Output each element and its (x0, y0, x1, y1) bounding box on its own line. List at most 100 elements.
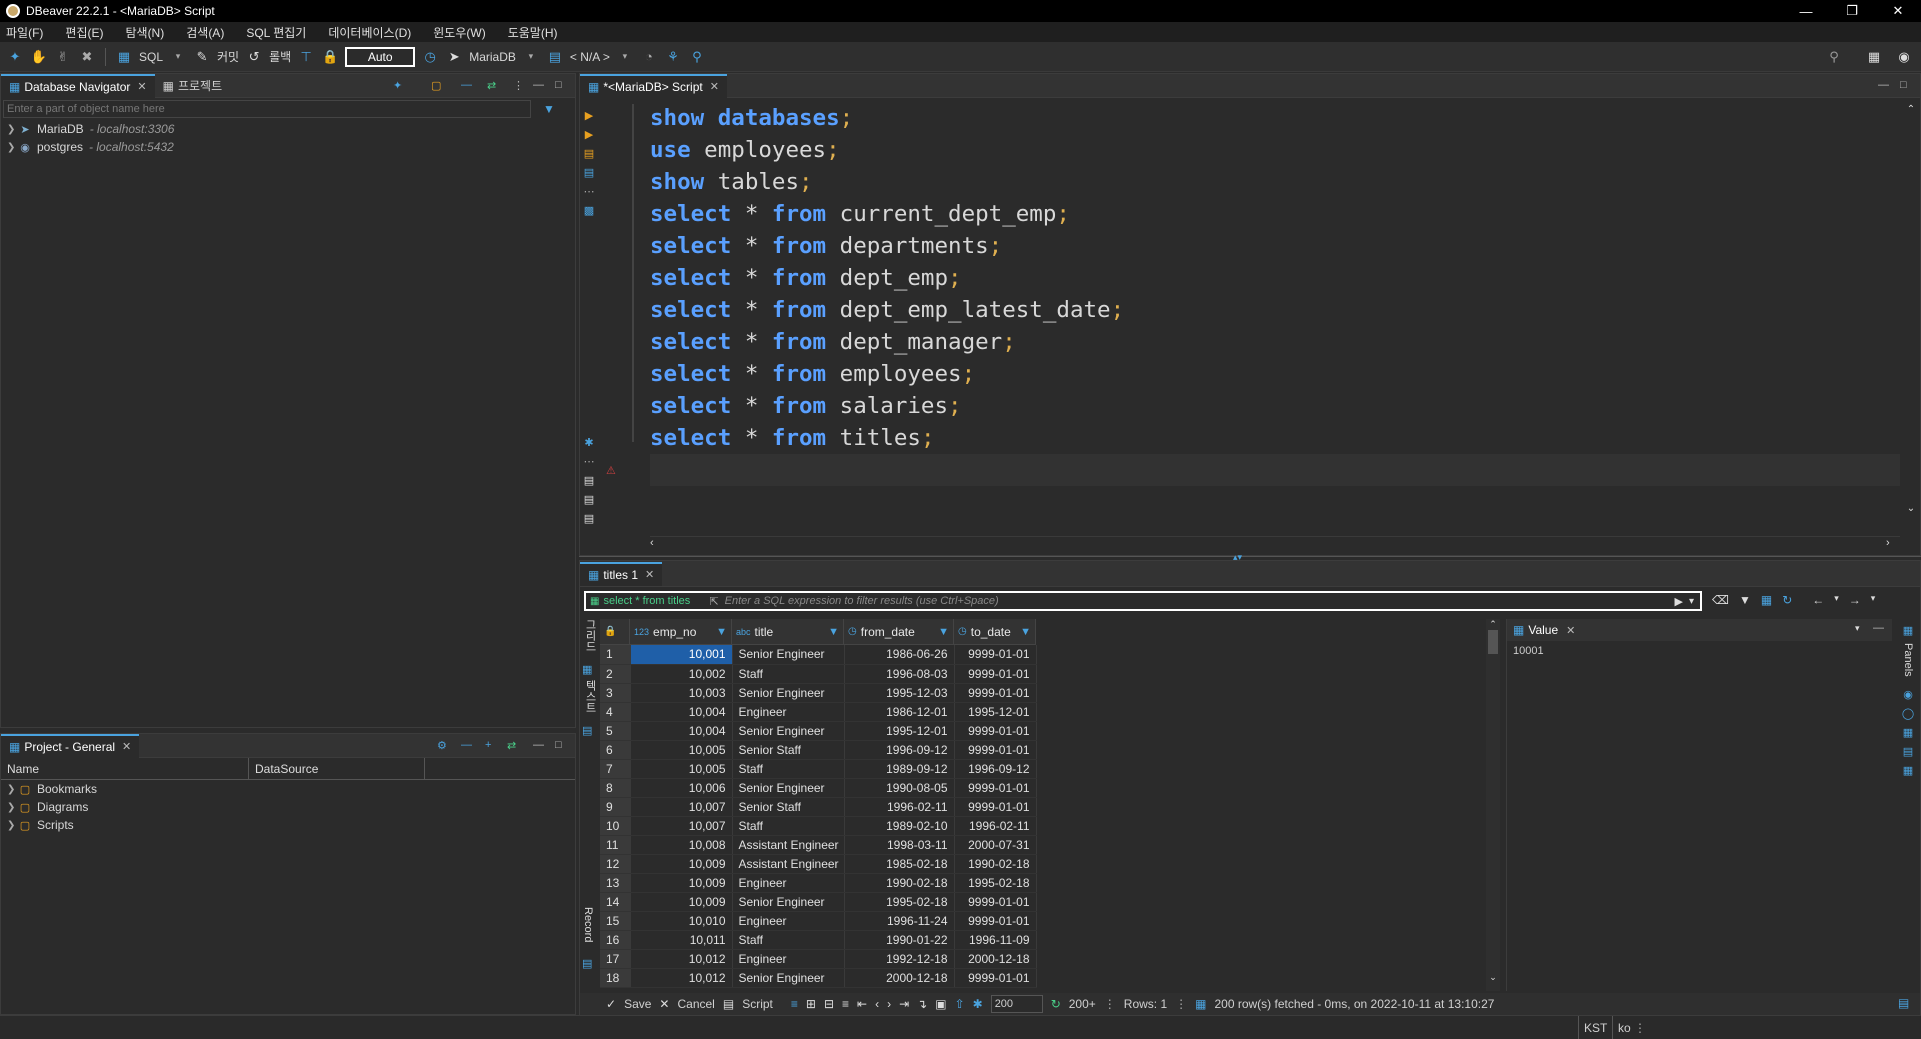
tab-projects[interactable]: ▦ 프로젝트 (155, 74, 231, 98)
row-number[interactable]: 17 (600, 949, 631, 969)
dropdown-arrow-icon[interactable]: ▾ (1871, 593, 1876, 607)
cell-from-date[interactable]: 1996-11-24 (844, 911, 955, 931)
table-row[interactable]: 18 10,012 Senior Engineer 2000-12-18 9999-01… (600, 968, 1037, 988)
collapse-all-icon[interactable]: — (461, 79, 472, 91)
tab-mariadb-script[interactable]: ▦ *<MariaDB> Script ✕ (580, 73, 727, 98)
code-line[interactable]: use employees; (650, 134, 1124, 166)
cell-to-date[interactable]: 9999-01-01 (954, 892, 1037, 912)
code-line[interactable]: select * from dept_manager; (650, 326, 1124, 358)
code-line[interactable]: select * from titles; (650, 422, 1124, 454)
script-button[interactable]: Script (742, 997, 773, 1011)
apply-filter-icon[interactable]: ▶ (1675, 595, 1683, 608)
code-line[interactable]: show databases; (650, 102, 1124, 134)
grid-vertical-scrollbar[interactable]: ⌃ ⌄ (1486, 619, 1500, 991)
cell-to-date[interactable]: 9999-01-01 (954, 797, 1037, 817)
cell-emp-no[interactable]: 10,008 (630, 835, 733, 855)
cell-to-date[interactable]: 9999-01-01 (954, 740, 1037, 760)
close-icon[interactable]: ✕ (1566, 624, 1575, 637)
cell-title[interactable]: Assistant Engineer (732, 854, 845, 874)
close-icon[interactable]: ✕ (710, 80, 719, 93)
expand-all-icon[interactable]: + (485, 739, 491, 751)
quick-search-icon[interactable]: ⚲ (1825, 48, 1843, 66)
table-row[interactable]: 3 10,003 Senior Engineer 1995-12-03 9999-01-… (600, 683, 1037, 703)
refresh-icon[interactable]: ↻ (1051, 997, 1061, 1011)
row-number[interactable]: 8 (600, 778, 631, 798)
cell-to-date[interactable]: 9999-01-01 (954, 721, 1037, 741)
table-row[interactable]: 1 10,001 Senior Engineer 1986-06-26 9999-01-… (600, 645, 1037, 665)
table-row[interactable]: 17 10,012 Engineer 1992-12-18 2000-12-18 (600, 949, 1037, 969)
dashboard-icon[interactable]: ◔ (640, 48, 658, 66)
more-dots-icon[interactable]: ⋯ (582, 185, 596, 199)
table-row[interactable]: 14 10,009 Senior Engineer 1995-02-18 9999-01… (600, 892, 1037, 912)
cell-from-date[interactable]: 1985-02-18 (844, 854, 955, 874)
cell-to-date[interactable]: 2000-07-31 (954, 835, 1037, 855)
dropdown-arrow-icon[interactable]: ▾ (1834, 593, 1839, 607)
cell-title[interactable]: Staff (732, 759, 845, 779)
row-number[interactable]: 11 (600, 835, 631, 855)
cell-emp-no[interactable]: 10,002 (630, 664, 733, 684)
row-number[interactable]: 9 (600, 797, 631, 817)
cancel-button[interactable]: Cancel (677, 997, 714, 1011)
row-number[interactable]: 3 (600, 683, 631, 703)
cell-from-date[interactable]: 1989-09-12 (844, 759, 955, 779)
edit-cell-icon[interactable]: ≡ (791, 997, 798, 1011)
new-connection-icon[interactable]: ✦ (6, 48, 24, 66)
minimize-panel-icon[interactable]: — (1878, 79, 1889, 91)
connection-item-mariadb[interactable]: ❯ ➤ MariaDB - localhost:3306 (1, 120, 575, 138)
column-filter-icon[interactable]: ▼ (828, 626, 839, 638)
close-icon[interactable]: ✕ (137, 80, 146, 93)
cell-title[interactable]: Senior Engineer (732, 968, 845, 988)
cell-to-date[interactable]: 1995-12-01 (954, 702, 1037, 722)
cell-title[interactable]: Senior Engineer (732, 778, 845, 798)
new-folder-icon[interactable]: ▢ (431, 79, 441, 92)
cell-title[interactable]: Engineer (732, 702, 845, 722)
row-number[interactable]: 15 (600, 911, 631, 931)
table-row[interactable]: 9 10,007 Senior Staff 1996-02-11 9999-01-01 (600, 797, 1037, 817)
add-row-icon[interactable]: ⊞ (806, 997, 816, 1011)
cell-to-date[interactable]: 1996-09-12 (954, 759, 1037, 779)
cell-from-date[interactable]: 1990-01-22 (844, 930, 955, 950)
column-filter-icon[interactable]: ▼ (716, 626, 727, 638)
row-number[interactable]: 5 (600, 721, 631, 741)
table-row[interactable]: 10 10,007 Staff 1989-02-10 1996-02-11 (600, 816, 1037, 836)
active-datasource-selector[interactable]: MariaDB (469, 50, 516, 64)
text-view-tab[interactable]: 텍스트 (582, 680, 598, 720)
cell-from-date[interactable]: 1986-12-01 (844, 702, 955, 722)
link-editor-icon[interactable]: ⇄ (507, 739, 516, 752)
table-row[interactable]: 13 10,009 Engineer 1990-02-18 1995-02-18 (600, 873, 1037, 893)
cell-to-date[interactable]: 9999-01-01 (954, 968, 1037, 988)
cell-from-date[interactable]: 1995-12-03 (844, 683, 955, 703)
code-line[interactable]: select * from current_dept_emp; (650, 198, 1124, 230)
code-line[interactable]: select * from dept_emp_latest_date; (650, 294, 1124, 326)
link-editor-icon[interactable]: ⇄ (487, 79, 496, 92)
code-line[interactable]: select * from dept_emp; (650, 262, 1124, 294)
row-number[interactable]: 16 (600, 930, 631, 950)
scroll-left-icon[interactable]: ‹ (650, 537, 654, 549)
dbeaver-perspective-icon[interactable]: ◉ (1895, 48, 1913, 66)
cell-emp-no[interactable]: 10,009 (630, 892, 733, 912)
table-row[interactable]: 16 10,011 Staff 1990-01-22 1996-11-09 (600, 930, 1037, 950)
table-row[interactable]: 7 10,005 Staff 1989-09-12 1996-09-12 (600, 759, 1037, 779)
table-row[interactable]: 5 10,004 Senior Engineer 1995-12-01 9999-01-… (600, 721, 1037, 741)
schema-icon[interactable]: ▤ (546, 48, 564, 66)
cell-title[interactable]: Engineer (732, 873, 845, 893)
table-row[interactable]: 6 10,005 Senior Staff 1996-09-12 9999-01-01 (600, 740, 1037, 760)
column-filter-icon[interactable]: ▼ (1020, 626, 1031, 638)
column-name[interactable]: Name (1, 758, 249, 779)
panels-label[interactable]: Panels (1902, 643, 1914, 683)
cancel-icon[interactable]: ✕ (659, 997, 669, 1011)
chevron-right-icon[interactable]: ❯ (7, 820, 17, 831)
new-script-icon[interactable]: ▤ (582, 474, 596, 488)
save-script-icon[interactable]: ▤ (582, 512, 596, 526)
cell-from-date[interactable]: 1996-08-03 (844, 664, 955, 684)
menu-search[interactable]: 검색(A) (186, 24, 224, 41)
lock-header[interactable]: 🔒 (600, 618, 630, 645)
invalidate-icon[interactable]: ✖ (78, 48, 96, 66)
previous-page-icon[interactable]: ‹ (875, 997, 879, 1011)
row-number[interactable]: 14 (600, 892, 631, 912)
references-icon[interactable]: ▤ (1901, 745, 1915, 759)
cell-emp-no[interactable]: 10,005 (630, 740, 733, 760)
table-row[interactable]: 12 10,009 Assistant Engineer 1985-02-18 1990… (600, 854, 1037, 874)
rollback-button[interactable]: 롤백 (269, 48, 291, 65)
table-row[interactable]: 2 10,002 Staff 1996-08-03 9999-01-01 (600, 664, 1037, 684)
